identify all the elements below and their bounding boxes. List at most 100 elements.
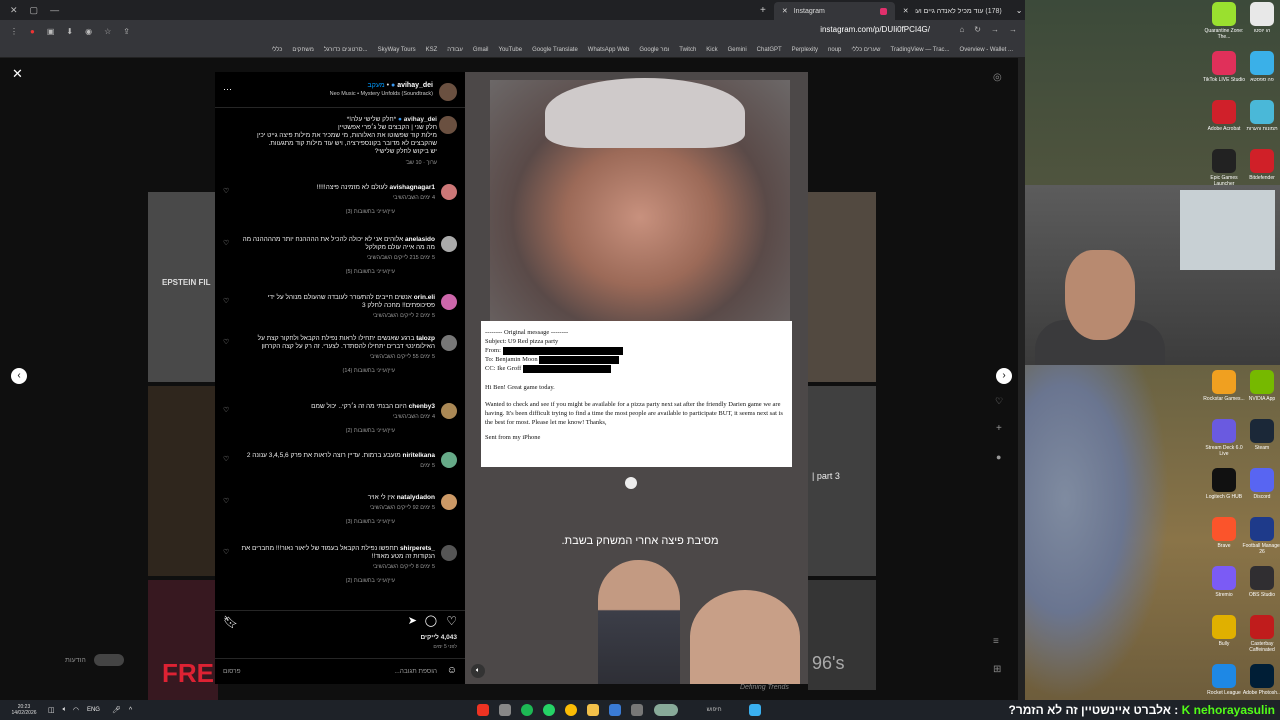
desktop-icon[interactable]: Casterbay Caffeinated bbox=[1240, 615, 1280, 653]
bookmark-item[interactable]: Perplexity bbox=[792, 47, 818, 53]
bookmark-item[interactable]: Google ומר bbox=[639, 47, 669, 53]
desktop-icon[interactable]: פה ספסטא bbox=[1240, 51, 1280, 83]
commenter-avatar[interactable] bbox=[441, 335, 457, 351]
comment-like-icon[interactable]: ♡ bbox=[223, 549, 229, 557]
profile-icon[interactable]: ● bbox=[30, 27, 35, 36]
commenter-avatar[interactable] bbox=[441, 184, 457, 200]
mute-icon[interactable]: 🔈︎ bbox=[471, 664, 485, 678]
url-field[interactable]: instagram.com/p/DUIi0fPCI4G/ bbox=[820, 25, 930, 34]
commenter-username[interactable]: niritelkana bbox=[402, 452, 435, 459]
wifi-icon[interactable]: ◠ bbox=[73, 706, 79, 714]
extensions-icon[interactable]: ▣ bbox=[47, 27, 55, 36]
comment-like-icon[interactable]: ♡ bbox=[223, 339, 229, 347]
ig-menu-icon[interactable]: ≡ bbox=[993, 636, 999, 647]
reload-icon[interactable]: ↻ bbox=[974, 25, 981, 34]
comment-like-icon[interactable]: ♡ bbox=[223, 240, 229, 248]
ig-nav-notifications[interactable]: הודעות bbox=[35, 654, 124, 666]
commenter-username[interactable]: chenby3 bbox=[409, 403, 435, 410]
tab-youtube[interactable]: ✕ (178) עוד מכיל לאנדה גיים ועוד... bbox=[895, 2, 1010, 20]
bookmark-item[interactable]: TradingView — Trac... bbox=[891, 47, 950, 53]
close-modal-icon[interactable]: ✕ bbox=[12, 66, 23, 82]
page-scrollbar[interactable] bbox=[1018, 58, 1025, 700]
comment-like-icon[interactable]: ♡ bbox=[223, 188, 229, 196]
bookmark-item[interactable]: ChatGPT bbox=[757, 47, 782, 53]
commenter-username[interactable]: _shirperets bbox=[400, 545, 435, 552]
bookmark-item[interactable]: YouTube bbox=[499, 47, 523, 53]
tab-close-icon[interactable]: ✕ bbox=[782, 7, 788, 15]
desktop-icon[interactable]: Football Manager 26 bbox=[1240, 517, 1280, 555]
bookmark-item[interactable]: Twitch bbox=[679, 47, 696, 53]
comment-like-icon[interactable]: ♡ bbox=[223, 298, 229, 306]
close-icon[interactable]: ✕ bbox=[10, 5, 18, 16]
bookmark-item[interactable]: noup bbox=[828, 47, 841, 53]
tab-instagram[interactable]: ✕ Instagram bbox=[773, 2, 895, 20]
minimize-icon[interactable]: — bbox=[50, 5, 59, 16]
view-replies-link[interactable]: עיין/עייני בתשובות (2) bbox=[237, 427, 395, 435]
commenter-username[interactable]: natalydadon bbox=[397, 494, 435, 501]
follow-button[interactable]: מעקב bbox=[368, 82, 385, 89]
taskbar-app-icon[interactable] bbox=[499, 704, 512, 716]
commenter-avatar[interactable] bbox=[441, 452, 457, 468]
share-icon[interactable]: ⇪ bbox=[123, 27, 130, 36]
prev-post-button[interactable]: ‹ bbox=[11, 368, 27, 384]
commenter-avatar[interactable] bbox=[441, 236, 457, 252]
desktop-icon[interactable]: Discord bbox=[1240, 468, 1280, 500]
volume-icon[interactable]: 🔈︎ bbox=[63, 706, 67, 714]
desktop-icon[interactable]: Bitdefender bbox=[1240, 149, 1280, 181]
taskbar-app-icon[interactable] bbox=[609, 704, 622, 716]
windows-start-icon[interactable] bbox=[749, 704, 762, 716]
desktop-icon[interactable]: הו יוסטו bbox=[1240, 2, 1280, 34]
view-replies-link[interactable]: עיין/עייני בתשובות (5) bbox=[237, 268, 395, 276]
commenter-username[interactable]: orin.eli bbox=[414, 294, 435, 301]
desktop-icon[interactable]: תמונות והערות bbox=[1240, 100, 1280, 132]
commenter-username[interactable]: avishagnagar1 bbox=[389, 184, 435, 191]
profile-side-icon[interactable]: ● bbox=[996, 452, 1001, 462]
mic-icon[interactable]: 🎤︎ bbox=[112, 706, 121, 714]
tab-menu-icon[interactable]: ⌄ bbox=[1016, 6, 1023, 15]
save-icon[interactable]: 🔖︎ bbox=[223, 615, 238, 629]
view-replies-link[interactable]: עיין/עייני בתשובות (14) bbox=[237, 367, 395, 375]
comment-like-icon[interactable]: ♡ bbox=[223, 498, 229, 506]
bookmark-item[interactable]: WhatsApp Web bbox=[588, 47, 630, 53]
taskbar-explorer-icon[interactable] bbox=[587, 704, 600, 716]
tab-close-icon[interactable]: ✕ bbox=[903, 7, 909, 15]
taskbar-whatsapp-icon[interactable] bbox=[543, 704, 556, 716]
author-avatar[interactable] bbox=[439, 83, 457, 101]
commenter-avatar[interactable] bbox=[441, 294, 457, 310]
bookmark-item[interactable]: KSZ bbox=[426, 47, 438, 53]
bookmark-item[interactable]: כללי bbox=[272, 47, 283, 53]
bookmark-item[interactable]: שערים כללי bbox=[851, 47, 880, 53]
commenter-avatar[interactable] bbox=[441, 545, 457, 561]
desktop-icon[interactable]: Steam bbox=[1240, 419, 1280, 451]
like-icon[interactable]: ♡ bbox=[446, 614, 457, 628]
bookmark-item[interactable]: Google Translate bbox=[532, 47, 578, 53]
home-icon[interactable]: ⌂ bbox=[959, 25, 964, 34]
bookmark-item[interactable]: סרטונים כדורגל... bbox=[324, 47, 368, 53]
bookmark-star-icon[interactable]: ☆ bbox=[104, 27, 111, 36]
commenter-username[interactable]: anelasido bbox=[405, 236, 435, 243]
desktop-icon[interactable]: NVIDIA App bbox=[1240, 370, 1280, 402]
window-icon[interactable]: ▢ bbox=[30, 5, 39, 16]
bookmark-item[interactable]: עבודה bbox=[447, 47, 463, 53]
taskbar-app-icon[interactable] bbox=[631, 704, 644, 716]
comment-input[interactable]: הוספת תגובה... bbox=[394, 668, 437, 675]
language-indicator[interactable]: ENG bbox=[87, 707, 100, 713]
bookmark-item[interactable]: Gemini bbox=[728, 47, 747, 53]
more-options-icon[interactable]: ⋯ bbox=[223, 84, 232, 95]
commenter-username[interactable]: talozp bbox=[416, 335, 435, 342]
forward-icon[interactable]: → bbox=[991, 25, 999, 34]
desktop-icon[interactable]: Adobe Photosh... bbox=[1240, 664, 1280, 696]
bookmark-item[interactable]: Kick bbox=[706, 47, 717, 53]
view-replies-link[interactable]: עיין/עייני בתשובות (3) bbox=[237, 208, 395, 216]
caption-avatar[interactable] bbox=[439, 116, 457, 134]
emoji-icon[interactable]: ☺ bbox=[447, 665, 457, 676]
bookmark-item[interactable]: Gmail bbox=[473, 47, 489, 53]
commenter-avatar[interactable] bbox=[441, 494, 457, 510]
notification-icon[interactable]: ◫ bbox=[48, 706, 55, 714]
likes-count[interactable]: 4,043 לייקים bbox=[421, 634, 458, 641]
ig-more-icon[interactable]: ⊞ bbox=[993, 664, 1001, 675]
bookmark-item[interactable]: Overview - Wallet ... bbox=[960, 47, 1013, 53]
taskbar-search[interactable]: חיפוש bbox=[684, 707, 744, 713]
bookmark-item[interactable]: משחקים bbox=[292, 47, 313, 53]
view-replies-link[interactable]: עיין/עייני בתשובות (3) bbox=[237, 518, 395, 526]
